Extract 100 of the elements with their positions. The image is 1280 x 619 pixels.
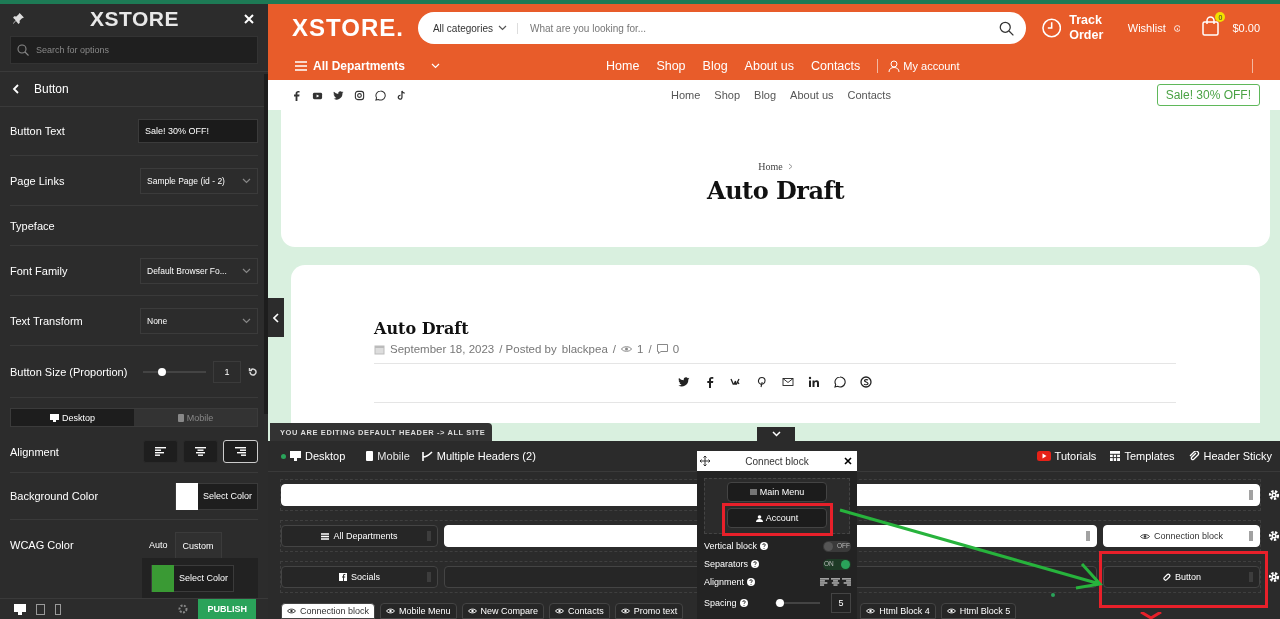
header-element[interactable]: Button bbox=[1103, 566, 1260, 588]
view-tab[interactable]: Desktop bbox=[281, 450, 346, 462]
departments-menu[interactable]: All Departments bbox=[313, 59, 406, 73]
select-field[interactable]: Sample Page (id - 2) bbox=[140, 167, 258, 194]
phone-icon bbox=[177, 413, 184, 422]
element-tab[interactable]: Html Block 5 bbox=[940, 603, 1017, 619]
setting-heading: Typeface bbox=[10, 219, 55, 232]
header-element[interactable]: Socials bbox=[281, 566, 438, 588]
element-icon bbox=[555, 607, 565, 615]
tablet-icon[interactable] bbox=[36, 603, 45, 615]
element-tab[interactable]: Connection block bbox=[281, 603, 376, 619]
pin-icon[interactable] bbox=[12, 12, 25, 26]
nav-link[interactable]: Blog bbox=[754, 89, 777, 101]
help-icon[interactable] bbox=[739, 599, 748, 607]
eye-icon bbox=[1139, 532, 1150, 540]
view-count: 1 bbox=[637, 343, 644, 355]
help-icon[interactable] bbox=[760, 542, 769, 550]
multiple-headers-button[interactable]: Multiple Headers (2) bbox=[421, 450, 536, 462]
search-icon[interactable] bbox=[998, 20, 1014, 36]
menu-icon[interactable] bbox=[295, 61, 307, 71]
align-right-icon bbox=[235, 447, 246, 456]
nav-link[interactable]: Contacts bbox=[810, 59, 861, 73]
dialog-title: Connect block bbox=[745, 455, 809, 467]
search-input[interactable]: Search for options bbox=[34, 43, 251, 56]
select-field[interactable]: None bbox=[140, 307, 258, 334]
account-link[interactable]: My account bbox=[903, 60, 960, 72]
connected-element[interactable]: Account bbox=[727, 508, 827, 528]
menu-icon bbox=[321, 532, 330, 540]
shopping-bag-icon[interactable] bbox=[1202, 16, 1220, 36]
text-field[interactable]: Sale! 30% OFF! bbox=[138, 119, 258, 143]
collapse-tab[interactable] bbox=[757, 427, 795, 441]
chevron-down-icon bbox=[431, 63, 441, 69]
element-tab[interactable]: Html Block 4 bbox=[860, 603, 936, 619]
help-icon[interactable] bbox=[747, 578, 756, 586]
element-icon bbox=[866, 607, 876, 615]
device-tab[interactable]: Desktop bbox=[11, 409, 134, 426]
setting-label: Spacing bbox=[704, 598, 737, 608]
site-logo[interactable]: XSTORE. bbox=[292, 14, 404, 42]
align-center-icon bbox=[195, 447, 206, 456]
device-tab[interactable]: Mobile bbox=[134, 409, 257, 426]
phone-icon[interactable] bbox=[55, 603, 61, 615]
reset-icon[interactable] bbox=[248, 366, 258, 377]
align-button[interactable] bbox=[143, 440, 178, 463]
element-tab[interactable]: Mobile Menu bbox=[380, 603, 457, 619]
track-order-link[interactable]: Track Order bbox=[1069, 13, 1112, 43]
toolbar-link[interactable]: Tutorials bbox=[1036, 450, 1097, 462]
slider-thumb[interactable] bbox=[775, 599, 784, 607]
connected-element[interactable]: Main Menu bbox=[727, 482, 827, 502]
header-element[interactable]: Connection block bbox=[1103, 525, 1260, 547]
desktop-icon bbox=[50, 413, 59, 422]
element-tab[interactable]: New Compare bbox=[461, 603, 545, 619]
cart-total[interactable]: $0.00 bbox=[1232, 22, 1260, 34]
drag-handle-icon[interactable] bbox=[1249, 490, 1253, 500]
select-field[interactable]: Default Browser Fo... bbox=[140, 257, 258, 284]
nav-link[interactable]: About us bbox=[790, 89, 834, 101]
move-icon[interactable] bbox=[700, 456, 710, 466]
color-picker[interactable]: Select Color bbox=[151, 564, 235, 592]
mode-tab[interactable]: Auto bbox=[142, 532, 175, 558]
element-tab[interactable]: Promo text bbox=[614, 603, 684, 619]
color-picker[interactable]: Select Color bbox=[174, 482, 258, 510]
chevron-down-icon bbox=[242, 267, 251, 274]
align-button[interactable] bbox=[183, 440, 218, 463]
desktop-icon[interactable] bbox=[14, 603, 26, 615]
setting-label: Separators bbox=[704, 559, 749, 569]
info-icon bbox=[1173, 24, 1181, 32]
nav-link[interactable]: Shop bbox=[656, 59, 686, 73]
nav-link[interactable]: Blog bbox=[702, 59, 728, 73]
search-field[interactable]: Search for options bbox=[10, 35, 258, 64]
breadcrumb-link[interactable]: Home bbox=[758, 160, 783, 172]
facebook-icon bbox=[291, 89, 302, 101]
number-field[interactable]: 5 bbox=[831, 593, 851, 613]
back-icon[interactable] bbox=[12, 83, 20, 94]
header-element[interactable]: All Departments bbox=[281, 525, 438, 547]
chevron-right-icon bbox=[787, 162, 793, 170]
help-icon[interactable] bbox=[751, 560, 760, 568]
comment-count: 0 bbox=[672, 343, 680, 355]
nav-link[interactable]: About us bbox=[744, 59, 794, 73]
mode-tab[interactable]: Custom bbox=[174, 532, 222, 558]
toolbar-link[interactable]: Header Sticky bbox=[1188, 450, 1272, 462]
author-link[interactable]: blackpea bbox=[561, 343, 608, 355]
close-icon[interactable] bbox=[844, 457, 852, 465]
chevron-mark bbox=[1140, 612, 1162, 619]
search-field[interactable]: All categories What are you looking for... bbox=[417, 12, 1026, 44]
collapse-button[interactable] bbox=[268, 298, 284, 337]
nav-link[interactable]: Home bbox=[671, 89, 701, 101]
number-field[interactable]: 1 bbox=[213, 360, 241, 383]
view-tab[interactable]: Mobile bbox=[357, 450, 410, 462]
toolbar-link[interactable]: Templates bbox=[1110, 450, 1175, 462]
nav-link[interactable]: Contacts bbox=[847, 89, 891, 101]
element-tab[interactable]: Contacts bbox=[549, 603, 610, 619]
grid-icon bbox=[1110, 451, 1121, 461]
page-title: Auto Draft bbox=[707, 175, 844, 205]
wishlist-link[interactable]: Wishlist bbox=[1127, 22, 1166, 34]
drag-handle-icon[interactable] bbox=[1086, 531, 1090, 541]
slider-thumb[interactable] bbox=[157, 367, 166, 376]
nav-link[interactable]: Home bbox=[606, 59, 640, 73]
drag-handle-icon[interactable] bbox=[1249, 531, 1253, 541]
nav-link[interactable]: Shop bbox=[714, 89, 741, 101]
category-dropdown[interactable]: All categories bbox=[432, 22, 518, 34]
setting-label: Alignment bbox=[10, 445, 59, 458]
